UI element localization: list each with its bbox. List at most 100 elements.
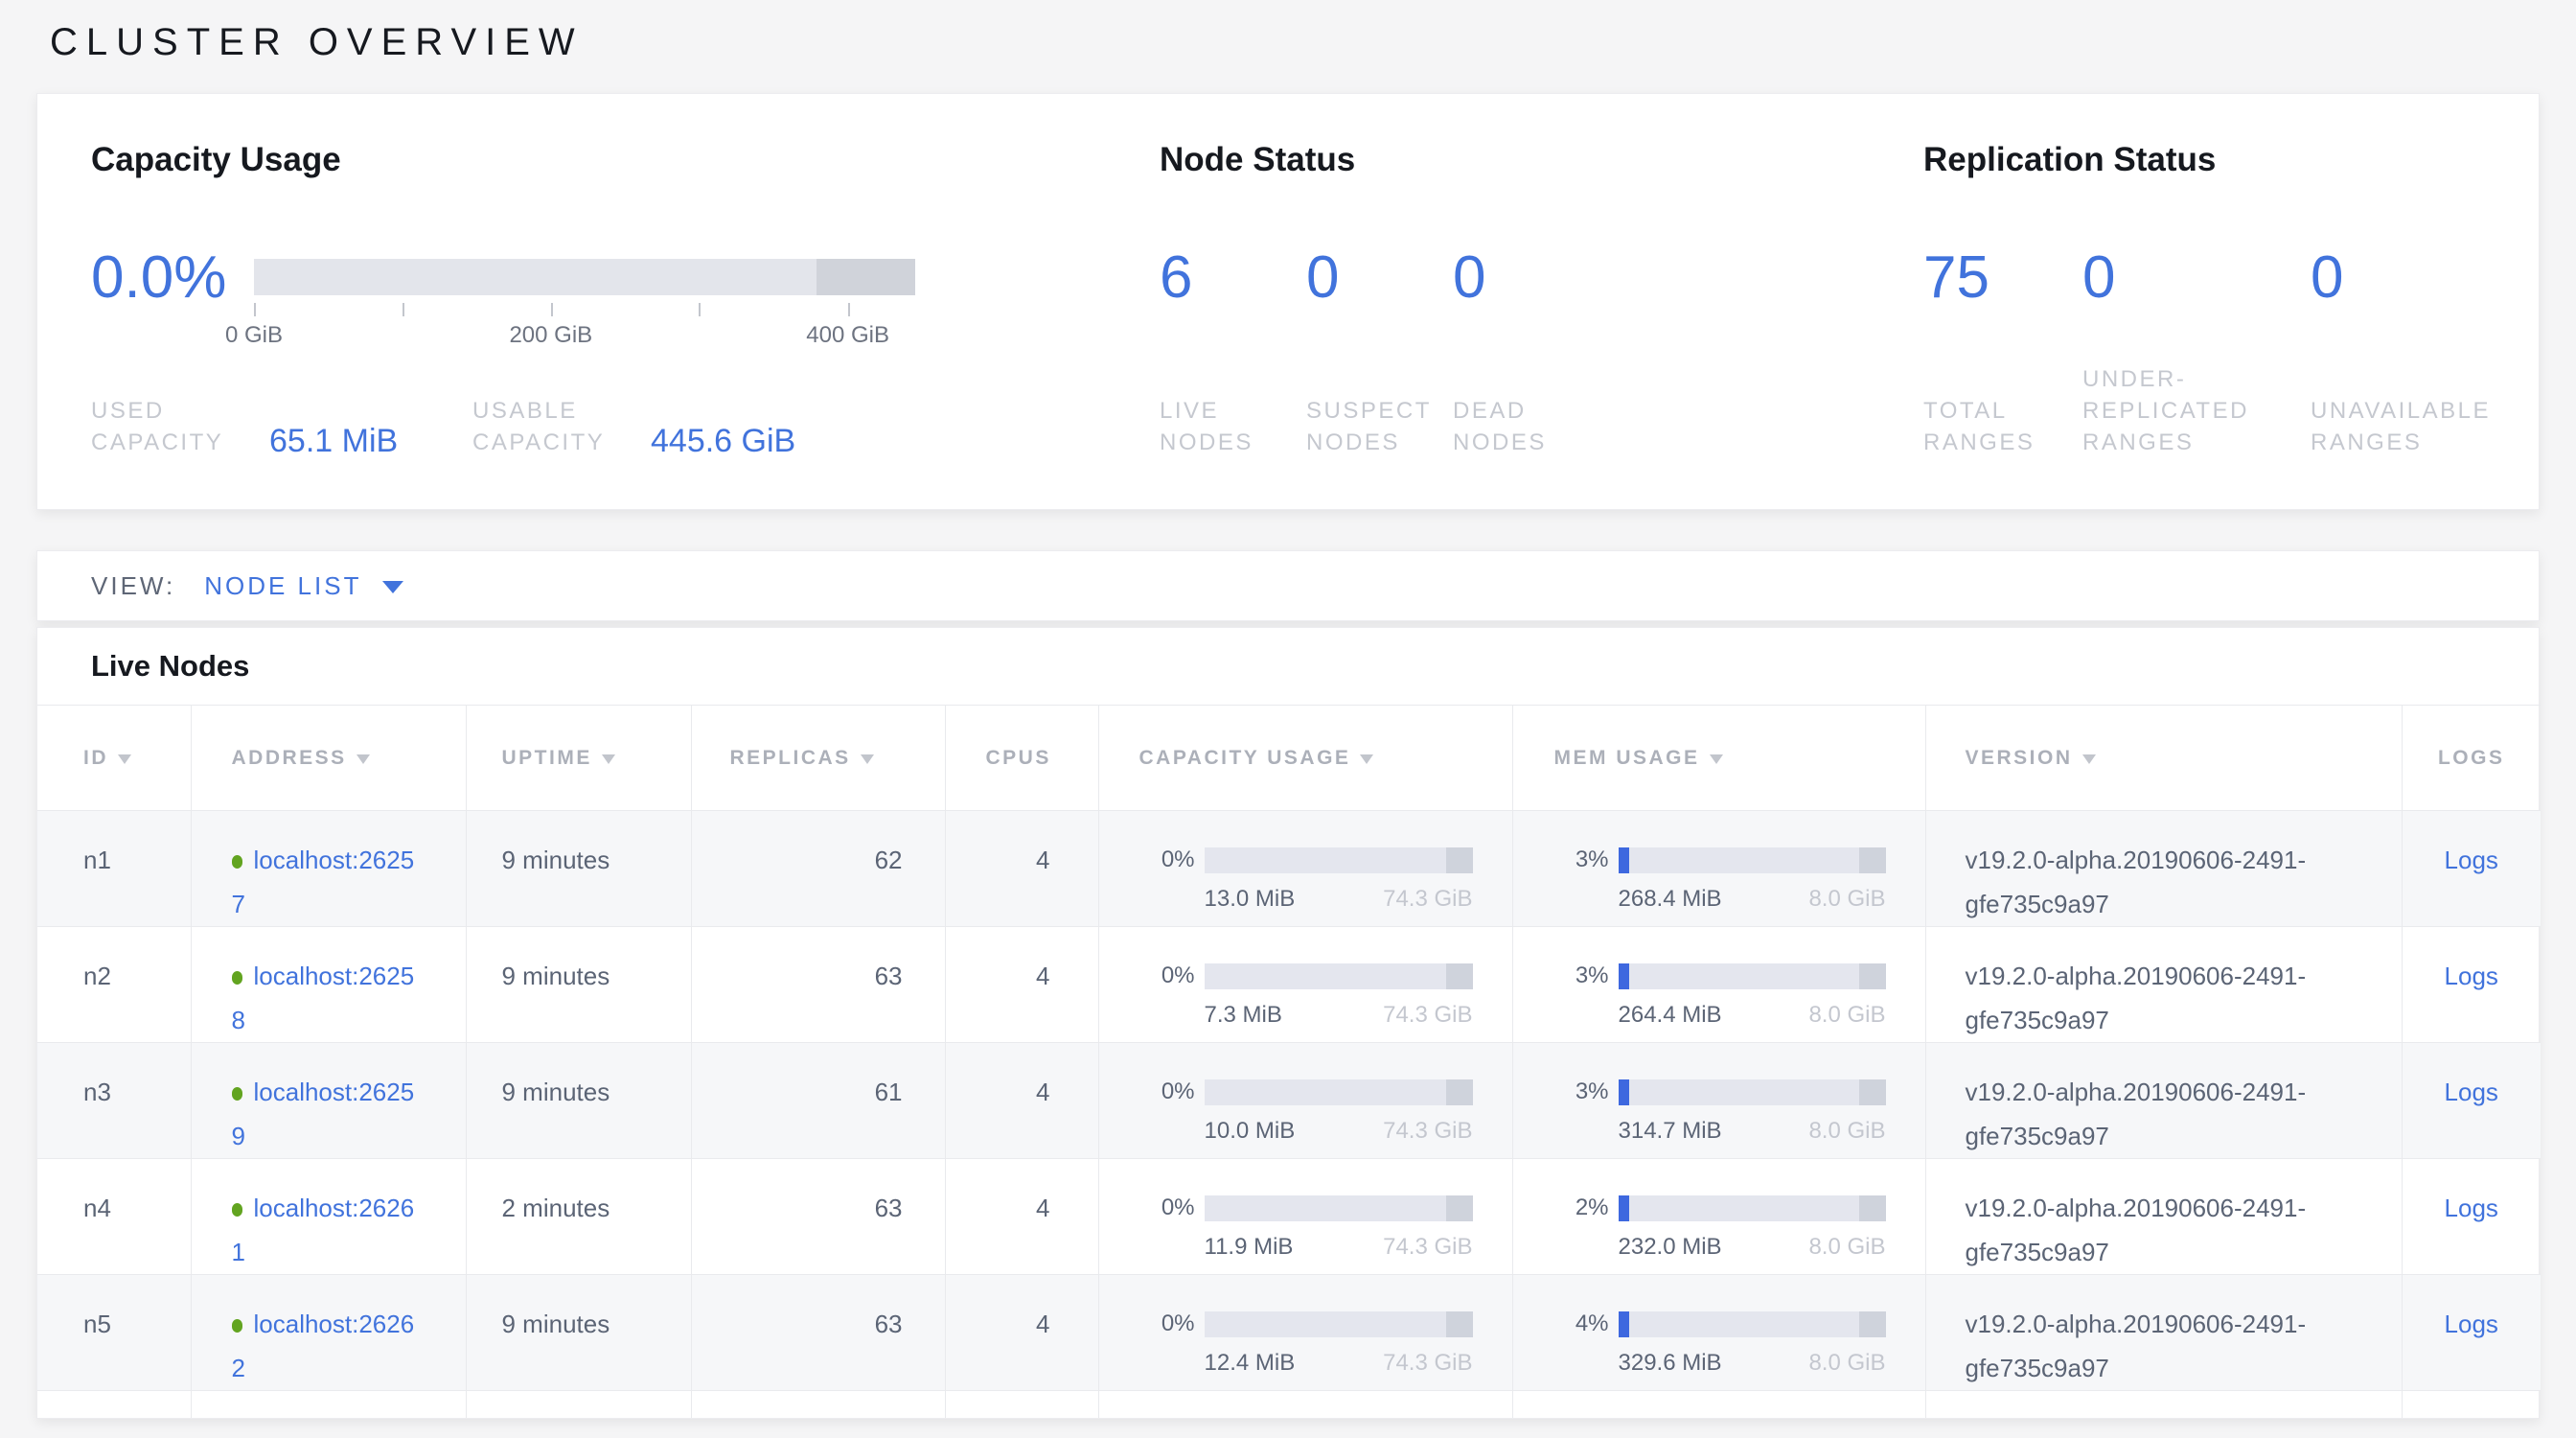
column-header-version[interactable]: VERSION (1925, 706, 2402, 811)
capacity-percent: 0% (1136, 1070, 1195, 1114)
column-header-id[interactable]: ID (37, 706, 191, 811)
mem-bar (1619, 847, 1886, 873)
column-header-label: ADDRESS (232, 747, 347, 769)
sort-caret-icon (2082, 754, 2096, 764)
view-selector[interactable]: NODE LIST (204, 571, 403, 601)
capacity-gauge-bar (254, 259, 915, 295)
column-header-replicas[interactable]: REPLICAS (691, 706, 945, 811)
cell-address: localhost:26258 (191, 927, 466, 1043)
cell-uptime: 9 minutes (466, 927, 691, 1043)
cell-replicas: 63 (691, 927, 945, 1043)
mem-meter: 4% 329.6 MiB 8.0 GiB (1550, 1302, 1886, 1379)
cell-replicas: 63 (691, 1159, 945, 1275)
sort-caret-icon (602, 754, 615, 764)
cell-uptime: 9 minutes (466, 811, 691, 927)
table-header-row: ID ADDRESS UPTIME REPLICAS CPUS CAPACITY USAG… (37, 706, 2541, 811)
cell-mem-usage: 3%268.4 MiB8.0 GiB (1512, 811, 1925, 927)
partial-cell (691, 1391, 945, 1418)
mem-bar (1619, 1079, 1886, 1105)
table-row-partial (37, 1391, 2541, 1418)
mem-bar (1619, 1195, 1886, 1221)
sort-caret-icon (861, 754, 874, 764)
mem-percent: 4% (1550, 1302, 1609, 1346)
page-title: CLUSTER OVERVIEW (50, 21, 2540, 64)
suspect-nodes-value: 0 (1306, 247, 1453, 309)
cell-uptime: 2 minutes (466, 1159, 691, 1275)
partial-cell (466, 1391, 691, 1418)
capacity-total-value: 74.3 GiB (1383, 1232, 1472, 1263)
capacity-total-value: 74.3 GiB (1383, 1116, 1472, 1147)
used-capacity-stat: USED CAPACITY 65.1 MiB (91, 395, 472, 458)
mem-total-value: 8.0 GiB (1808, 1116, 1885, 1147)
logs-link[interactable]: Logs (2445, 846, 2498, 874)
address-link[interactable]: localhost:26258 (232, 962, 415, 1034)
address-link[interactable]: localhost:26262 (232, 1310, 415, 1382)
column-header-address[interactable]: ADDRESS (191, 706, 466, 811)
mem-percent: 3% (1550, 1070, 1609, 1114)
column-header-label: MEM USAGE (1554, 747, 1700, 769)
unavailable-ranges-label: UNAVAILABLE RANGES (2311, 395, 2502, 458)
table-row-n3: n3localhost:262599 minutes6140%10.0 MiB7… (37, 1043, 2541, 1159)
capacity-meter: 0%7.3 MiB74.3 GiB (1136, 954, 1473, 1031)
table-row-n2: n2localhost:262589 minutes6340%7.3 MiB74… (37, 927, 2541, 1043)
mem-bar-fill (1619, 1311, 1629, 1337)
view-bar: VIEW: NODE LIST (36, 550, 2540, 621)
address-link[interactable]: localhost:26259 (232, 1078, 415, 1150)
mem-bar-cap (1859, 1079, 1886, 1105)
address-link[interactable]: localhost:26257 (232, 846, 415, 918)
sort-caret-icon (118, 754, 131, 764)
cell-logs: Logs (2402, 1275, 2541, 1391)
capacity-percent: 0% (1136, 838, 1195, 882)
mem-bar-fill (1619, 1195, 1629, 1221)
under-replicated-ranges-value: 0 (2082, 247, 2311, 309)
mem-used-value: 232.0 MiB (1619, 1232, 1722, 1263)
column-header-capacity[interactable]: CAPACITY USAGE (1098, 706, 1512, 811)
column-header-uptime[interactable]: UPTIME (466, 706, 691, 811)
mem-bar-cap (1859, 1311, 1886, 1337)
capacity-bar-cap (1446, 1311, 1473, 1337)
cell-version: v19.2.0-alpha.20190606-2491-gfe735c9a97 (1925, 927, 2402, 1043)
cell-logs: Logs (2402, 1043, 2541, 1159)
mem-bar-fill (1619, 963, 1629, 989)
capacity-bar-cap (1446, 1079, 1473, 1105)
summary-panel: Capacity Usage 0.0% (36, 93, 2540, 510)
mem-used-value: 314.7 MiB (1619, 1116, 1722, 1147)
partial-cell (37, 1391, 191, 1418)
cell-capacity-usage: 0%7.3 MiB74.3 GiB (1098, 927, 1512, 1043)
replication-status-title: Replication Status (1923, 140, 2502, 180)
column-header-mem[interactable]: MEM USAGE (1512, 706, 1925, 811)
capacity-total-value: 74.3 GiB (1383, 884, 1472, 915)
unavailable-ranges-stat: 0 UNAVAILABLE RANGES (2311, 247, 2502, 458)
cell-logs: Logs (2402, 811, 2541, 927)
cell-mem-usage: 2%232.0 MiB8.0 GiB (1512, 1159, 1925, 1275)
capacity-meter: 0%10.0 MiB74.3 GiB (1136, 1070, 1473, 1147)
mem-meter: 3% 314.7 MiB 8.0 GiB (1550, 1070, 1886, 1147)
usable-capacity-label: USABLE CAPACITY (472, 395, 637, 458)
logs-link[interactable]: Logs (2445, 1194, 2498, 1222)
capacity-used-value: 13.0 MiB (1205, 884, 1296, 915)
cell-version: v19.2.0-alpha.20190606-2491-gfe735c9a97 (1925, 1043, 2402, 1159)
column-header-label: REPLICAS (730, 747, 851, 769)
cell-address: localhost:26259 (191, 1043, 466, 1159)
cell-logs: Logs (2402, 1159, 2541, 1275)
mem-used-value: 329.6 MiB (1619, 1348, 1722, 1379)
under-replicated-ranges-stat: 0 UNDER-REPLICATED RANGES (2082, 247, 2311, 458)
column-header-label: VERSION (1966, 747, 2073, 769)
mem-total-value: 8.0 GiB (1808, 1348, 1885, 1379)
table-row-n1: n1localhost:262579 minutes6240%13.0 MiB7… (37, 811, 2541, 927)
cell-capacity-usage: 0%10.0 MiB74.3 GiB (1098, 1043, 1512, 1159)
cell-version: v19.2.0-alpha.20190606-2491-gfe735c9a97 (1925, 811, 2402, 927)
capacity-bar (1205, 1079, 1473, 1105)
tick-label-0: 0 GiB (225, 322, 283, 349)
capacity-percent: 0% (1136, 954, 1195, 998)
column-header-cpus: CPUS (945, 706, 1098, 811)
logs-link[interactable]: Logs (2445, 1310, 2498, 1338)
logs-link[interactable]: Logs (2445, 1078, 2498, 1106)
table-row-n5: n5localhost:262629 minutes6340%12.4 MiB7… (37, 1275, 2541, 1391)
capacity-bar (1205, 1195, 1473, 1221)
address-link[interactable]: localhost:26261 (232, 1194, 415, 1266)
column-header-label: CAPACITY USAGE (1139, 747, 1351, 769)
logs-link[interactable]: Logs (2445, 962, 2498, 990)
column-header-logs: LOGS (2402, 706, 2541, 811)
cluster-overview-page: CLUSTER OVERVIEW Capacity Usage 0.0% (0, 0, 2576, 1419)
